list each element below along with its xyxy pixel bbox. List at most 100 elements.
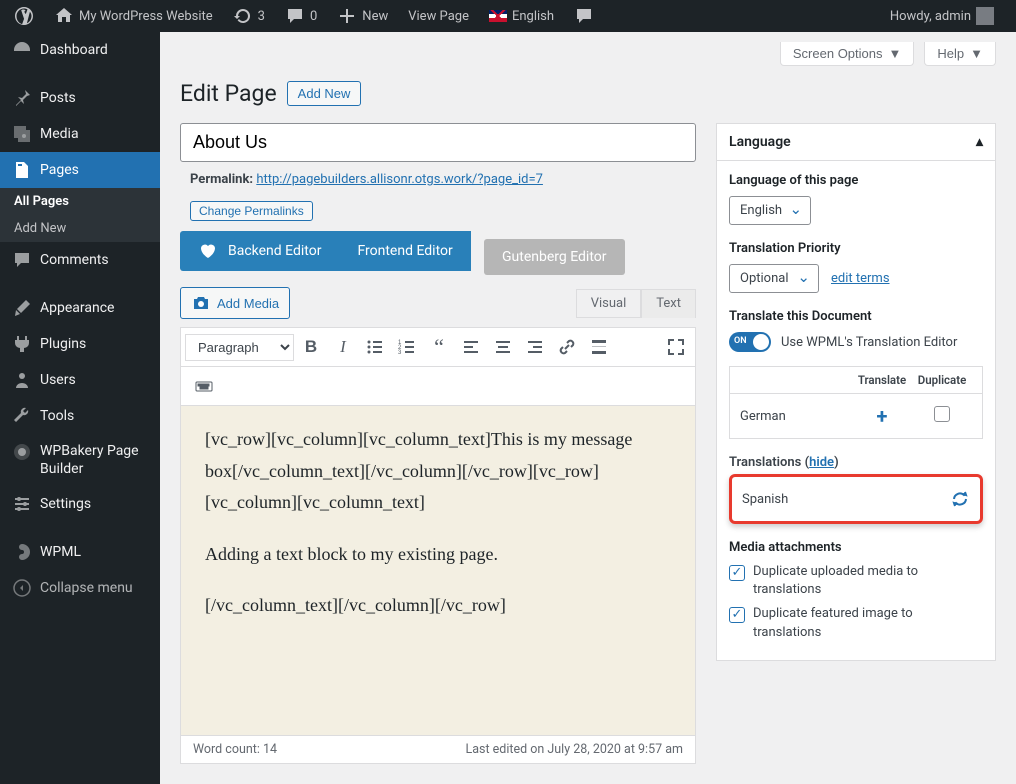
collapse-icon [12,578,32,598]
caret-down-icon: ▼ [970,46,983,61]
translation-table: Translate Duplicate German + [729,366,983,439]
sidebar-item-dashboard[interactable]: Dashboard [0,32,160,68]
duplicate-checkbox[interactable] [934,406,950,422]
page-title: Edit Page [180,80,277,107]
sidebar-item-users[interactable]: Users [0,362,160,398]
help-bubble-icon[interactable] [566,0,602,32]
site-name-link[interactable]: My WordPress Website [46,0,221,32]
sidebar-item-label: Pages [40,162,79,178]
heart-icon [198,241,218,261]
post-title-input[interactable] [180,123,696,162]
help-button[interactable]: Help ▼ [924,42,996,66]
comments-link[interactable]: 0 [277,0,325,32]
checkbox-checked-icon: ✓ [729,607,745,623]
sidebar-item-media[interactable]: Media [0,116,160,152]
sidebar-item-pages[interactable]: Pages [0,152,160,188]
priority-select[interactable]: Optional [729,264,819,293]
hide-link[interactable]: hide [809,455,834,470]
sidebar-item-wpbakery[interactable]: WPBakery Page Builder [0,434,160,486]
new-content-link[interactable]: New [329,0,396,32]
keyboard-button[interactable] [189,371,219,401]
updates-link[interactable]: 3 [225,0,273,32]
last-edited: Last edited on July 28, 2020 at 9:57 am [466,742,684,757]
ol-button[interactable]: 123 [392,332,422,362]
current-language: English [512,9,554,24]
media-opt-1-row[interactable]: ✓ Duplicate uploaded media to translatio… [729,563,983,599]
align-left-button[interactable] [456,332,486,362]
media-opt-2-row[interactable]: ✓ Duplicate featured image to translatio… [729,605,983,641]
camera-icon [191,293,211,313]
sidebar-item-label: WPBakery Page Builder [40,442,148,478]
sidebar-item-settings[interactable]: Settings [0,486,160,522]
submenu-all-pages[interactable]: All Pages [0,188,160,215]
ul-button[interactable] [360,332,390,362]
italic-button[interactable]: I [328,332,358,362]
edit-terms-link[interactable]: edit terms [831,271,890,286]
gutenberg-editor-button[interactable]: Gutenberg Editor [484,239,625,275]
sidebar-item-wpml[interactable]: WPML [0,534,160,570]
lang-name: Spanish [742,492,788,507]
sidebar-item-appearance[interactable]: Appearance [0,290,160,326]
language-metabox: Language ▴ Language of this page English… [716,123,996,661]
page-language-select[interactable]: English [729,196,811,225]
translation-editor-toggle[interactable]: ON [729,332,771,352]
admin-bar: My WordPress Website 3 0 New View Page E… [0,0,1016,32]
admin-sidebar: Dashboard Posts Media Pages All Pages Ad… [0,32,160,784]
view-page-link[interactable]: View Page [400,0,477,32]
brush-icon [12,298,32,318]
howdy-text: Howdy, admin [890,9,971,24]
translate-doc-label: Translate this Document [729,309,983,324]
add-translation-icon[interactable]: + [877,404,888,428]
sidebar-item-tools[interactable]: Tools [0,398,160,434]
content-editor[interactable]: [vc_row][vc_column][vc_column_text]This … [180,406,696,736]
frontend-editor-button[interactable]: Frontend Editor [339,231,470,271]
add-new-button[interactable]: Add New [287,81,362,106]
dashboard-icon [12,40,32,60]
comment-icon [285,6,305,26]
editor-status-bar: Word count: 14 Last edited on July 28, 2… [180,736,696,764]
sidebar-item-comments[interactable]: Comments [0,242,160,278]
tab-visual[interactable]: Visual [576,289,642,318]
submenu-add-new[interactable]: Add New [0,215,160,242]
backend-editor-button[interactable]: Backend Editor [180,231,339,271]
caret-down-icon: ▼ [889,46,902,61]
fullscreen-button[interactable] [661,332,691,362]
align-center-button[interactable] [488,332,518,362]
permalink-url[interactable]: http://pagebuilders.allisonr.otgs.work/?… [256,172,543,187]
sidebar-item-label: Posts [40,90,76,106]
readmore-button[interactable] [584,332,614,362]
comments-count: 0 [310,9,317,24]
bold-button[interactable]: B [296,332,326,362]
screen-options-button[interactable]: Screen Options ▼ [780,42,914,66]
link-button[interactable] [552,332,582,362]
sidebar-item-label: Tools [40,408,74,424]
sidebar-item-posts[interactable]: Posts [0,80,160,116]
users-icon [12,370,32,390]
priority-label: Translation Priority [729,241,983,256]
sidebar-item-plugins[interactable]: Plugins [0,326,160,362]
account-link[interactable]: Howdy, admin [882,0,1002,32]
updates-icon [233,6,253,26]
checkbox-checked-icon: ✓ [729,565,745,581]
lang-name: German [740,409,852,424]
table-row: German + [730,393,982,438]
language-metabox-header[interactable]: Language ▴ [717,124,995,161]
sidebar-collapse[interactable]: Collapse menu [0,570,160,606]
refresh-icon[interactable] [950,489,970,509]
change-permalinks-button[interactable]: Change Permalinks [190,201,313,221]
home-icon [54,6,74,26]
sidebar-item-label: Dashboard [40,42,108,58]
tab-text[interactable]: Text [641,289,696,318]
add-media-button[interactable]: Add Media [180,287,290,319]
align-right-button[interactable] [520,332,550,362]
language-switch[interactable]: English [481,0,562,32]
avatar [976,7,994,25]
quote-button[interactable]: “ [424,332,454,362]
format-select[interactable]: Paragraph [185,334,294,361]
pages-icon [12,160,32,180]
wp-logo[interactable] [6,0,42,32]
sidebar-item-label: Appearance [40,300,114,316]
new-label: New [362,9,388,24]
th-translate: Translate [852,373,912,387]
sidebar-item-label: Collapse menu [40,580,133,596]
